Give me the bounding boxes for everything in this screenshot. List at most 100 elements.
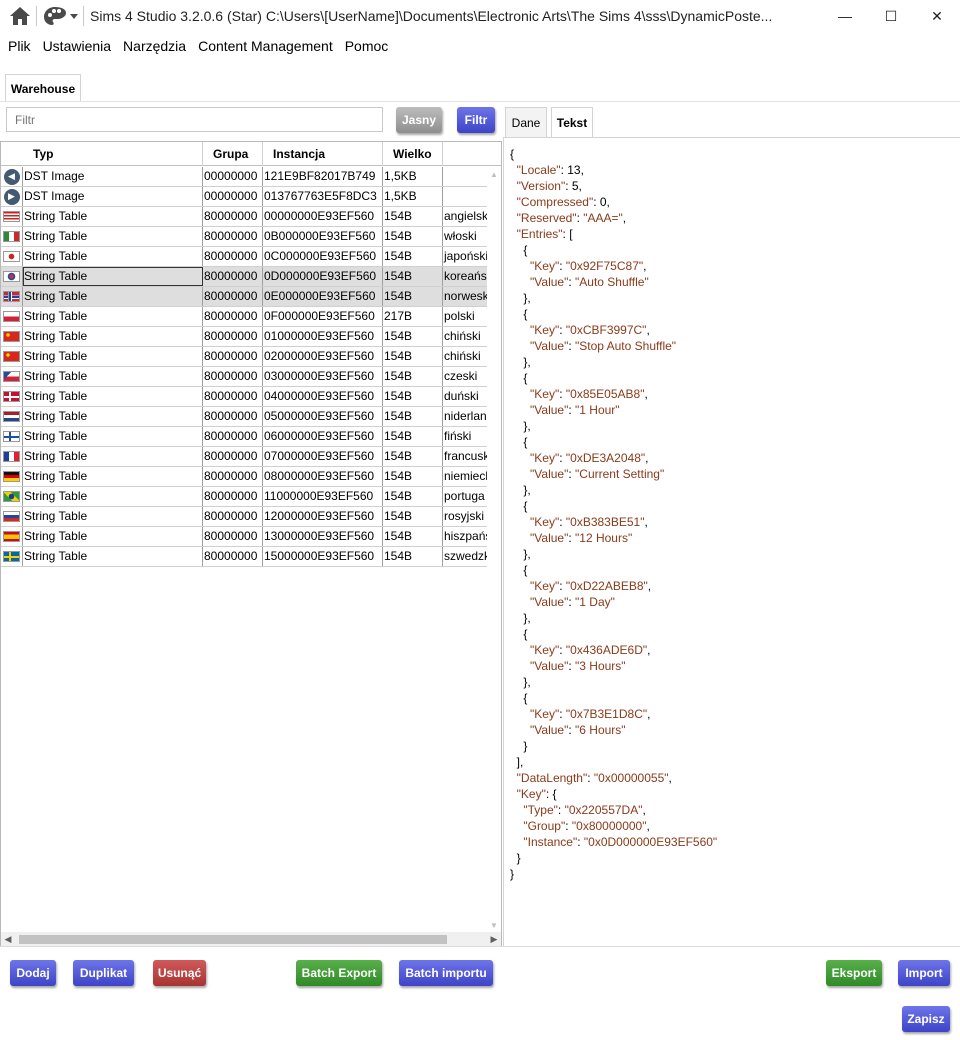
tab-tekst[interactable]: Tekst (551, 107, 593, 138)
minimize-button[interactable]: — (822, 0, 868, 32)
cell-size: 154B (383, 327, 443, 346)
json-line: { (510, 627, 528, 641)
cell-group: 80000000 (203, 227, 263, 246)
close-button[interactable]: ✕ (914, 0, 960, 32)
cell-language (443, 187, 487, 206)
table-row[interactable]: String Table 80000000 0B000000E93EF560 154B… (1, 227, 487, 247)
cell-size: 154B (383, 227, 443, 246)
table-row[interactable]: String Table 80000000 07000000E93EF560 154B… (1, 447, 487, 467)
json-line: } (510, 739, 528, 753)
cell-size: 1,5KB (383, 167, 443, 186)
json-line: { (510, 563, 528, 577)
cell-size: 154B (383, 207, 443, 226)
table-row[interactable]: String Table 80000000 04000000E93EF560 154B… (1, 387, 487, 407)
json-text-view[interactable]: { "Locale": 13, "Version": 5, "Compresse… (510, 146, 717, 882)
cell-type: String Table (23, 307, 203, 326)
cell-instance: 03000000E93EF560 (263, 367, 383, 386)
table-row[interactable]: String Table 80000000 0C000000E93EF560 154B… (1, 247, 487, 267)
table-row[interactable]: String Table 80000000 06000000E93EF560 154B… (1, 427, 487, 447)
scroll-left-icon[interactable]: ◀ (1, 932, 15, 946)
cell-size: 154B (383, 267, 443, 286)
apply-filter-button[interactable]: Filtr (457, 107, 495, 133)
table-row[interactable]: String Table 80000000 0E000000E93EF560 154B… (1, 287, 487, 307)
text-panel: { "Locale": 13, "Version": 5, "Compresse… (503, 137, 960, 947)
json-line: "Key": "0xCBF3997C", (530, 323, 650, 337)
cell-group: 80000000 (203, 547, 263, 566)
cell-instance: 0C000000E93EF560 (263, 247, 383, 266)
menu-content-management[interactable]: Content Management (192, 38, 339, 54)
table-row[interactable]: ◀ DST Image 00000000 121E9BF82017B749 1,5KB (1, 167, 487, 187)
duplicate-button[interactable]: Duplikat (73, 960, 134, 986)
import-button[interactable]: Import (898, 960, 950, 986)
table-row[interactable]: String Table 80000000 11000000E93EF560 154B… (1, 487, 487, 507)
column-header-instancja[interactable]: Instancja (263, 142, 383, 166)
table-row[interactable]: String Table 80000000 12000000E93EF560 154B… (1, 507, 487, 527)
menu-plik[interactable]: Plik (2, 38, 37, 54)
json-line: "Locale": 13, (516, 163, 584, 177)
cell-group: 80000000 (203, 247, 263, 266)
horizontal-scrollbar[interactable]: ◀ ▶ (1, 932, 501, 946)
delete-button[interactable]: Usunąć (153, 960, 206, 986)
cell-type: String Table (23, 407, 203, 426)
table-row[interactable]: String Table 80000000 05000000E93EF560 154B… (1, 407, 487, 427)
cell-type: String Table (23, 447, 203, 466)
export-button[interactable]: Eksport (826, 960, 882, 986)
cell-group: 80000000 (203, 347, 263, 366)
scroll-up-icon[interactable]: ▲ (487, 167, 501, 181)
cell-instance: 04000000E93EF560 (263, 387, 383, 406)
column-header-wielko[interactable]: Wielko (383, 142, 443, 166)
tab-warehouse[interactable]: Warehouse (5, 74, 81, 102)
flag-ru-icon (1, 507, 23, 526)
json-line: "Key": { (516, 787, 557, 801)
scroll-down-icon[interactable]: ▼ (487, 918, 501, 932)
scroll-right-icon[interactable]: ▶ (487, 932, 501, 946)
json-line: "Value": "1 Day" (530, 595, 615, 609)
json-line: "Key": "0x7B3E1D8C", (530, 707, 651, 721)
table-row[interactable]: String Table 80000000 0F000000E93EF560 217B… (1, 307, 487, 327)
app-window: Sims 4 Studio 3.2.0.6 (Star) C:\Users\[U… (0, 0, 960, 1040)
cell-language: rosyjski (444, 509, 485, 523)
menu-pomoc[interactable]: Pomoc (339, 38, 395, 54)
cell-language (443, 167, 487, 186)
maximize-button[interactable]: ☐ (868, 0, 914, 32)
tab-dane[interactable]: Dane (505, 107, 547, 137)
title-separator (36, 6, 37, 26)
table-row[interactable]: ▶ DST Image 00000000 013767763E5F8DC3 1,5KB (1, 187, 487, 207)
table-row[interactable]: String Table 80000000 15000000E93EF560 154B… (1, 547, 487, 567)
flag-nl-icon (1, 407, 23, 426)
flag-pl-icon (1, 307, 23, 326)
cell-group: 80000000 (203, 387, 263, 406)
menu-narzedzia[interactable]: Narzędzia (117, 38, 192, 54)
cell-size: 154B (383, 247, 443, 266)
horizontal-scroll-thumb[interactable] (19, 935, 447, 944)
clear-filter-button[interactable]: Jasny (396, 107, 442, 133)
cell-instance: 0D000000E93EF560 (263, 267, 383, 286)
menu-ustawienia[interactable]: Ustawienia (37, 38, 117, 54)
cell-size: 154B (383, 507, 443, 526)
cell-instance: 0B000000E93EF560 (263, 227, 383, 246)
home-icon[interactable] (8, 4, 32, 28)
cell-group: 80000000 (203, 427, 263, 446)
table-row[interactable]: String Table 80000000 03000000E93EF560 154B… (1, 367, 487, 387)
table-row[interactable]: String Table 80000000 02000000E93EF560 154B… (1, 347, 487, 367)
cell-language: czeski (444, 369, 478, 383)
cell-language: fiński (444, 429, 472, 443)
filter-input[interactable] (6, 107, 383, 132)
cell-language: angielsk (444, 209, 487, 223)
cell-type: String Table (23, 287, 203, 306)
table-row[interactable]: String Table 80000000 01000000E93EF560 154B… (1, 327, 487, 347)
cell-size: 154B (383, 367, 443, 386)
add-button[interactable]: Dodaj (10, 960, 56, 986)
table-row[interactable]: String Table 80000000 0D000000E93EF560 154B… (1, 267, 487, 287)
column-header-grupa[interactable]: Grupa (203, 142, 263, 166)
json-line: }, (510, 355, 531, 369)
column-header-typ[interactable]: Typ (1, 142, 203, 166)
vertical-scrollbar[interactable]: ▲ ▼ (487, 167, 501, 932)
table-row[interactable]: String Table 80000000 08000000E93EF560 154B… (1, 467, 487, 487)
save-button[interactable]: Zapisz (902, 1006, 950, 1032)
batch-export-button[interactable]: Batch Export (296, 960, 382, 986)
table-row[interactable]: String Table 80000000 00000000E93EF560 154B… (1, 207, 487, 227)
batch-import-button[interactable]: Batch importu (399, 960, 493, 986)
table-row[interactable]: String Table 80000000 13000000E93EF560 154B… (1, 527, 487, 547)
palette-icon[interactable] (43, 4, 79, 28)
